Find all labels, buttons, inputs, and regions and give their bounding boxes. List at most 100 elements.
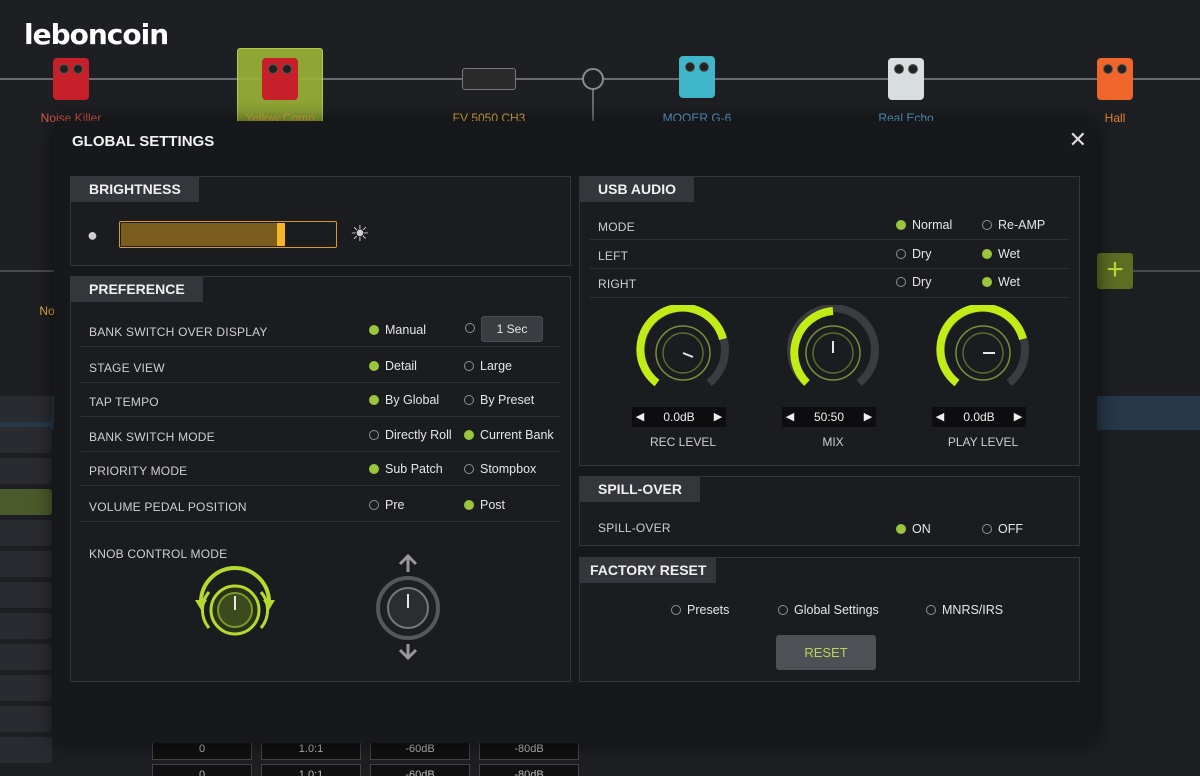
rec-level-knob[interactable] — [633, 305, 733, 401]
radio-icon[interactable] — [464, 361, 474, 371]
radio-icon[interactable] — [982, 524, 992, 534]
option-label: By Preset — [480, 393, 535, 407]
option-manual[interactable]: Manual — [369, 323, 426, 337]
decrement-icon[interactable]: ◀ — [784, 407, 796, 427]
option-spill-on[interactable]: ON — [896, 522, 931, 536]
pedal-yellow-comp[interactable] — [262, 58, 298, 100]
option-by-global[interactable]: By Global — [369, 393, 439, 407]
decrement-icon[interactable]: ◀ — [934, 407, 946, 427]
radio-icon[interactable] — [982, 249, 992, 259]
preference-header: PREFERENCE — [71, 277, 203, 302]
reset-button[interactable]: RESET — [776, 635, 876, 670]
usb-audio-header: USB AUDIO — [580, 177, 695, 202]
rotary-knob-mode-icon[interactable] — [189, 562, 281, 636]
usb-row-mode: MODE Normal Re-AMP — [590, 206, 1069, 240]
radio-icon[interactable] — [464, 430, 474, 440]
option-label: Wet — [998, 275, 1020, 289]
param-cell[interactable]: 0 — [152, 764, 252, 776]
mix-value[interactable]: ◀ 50:50 ▶ — [782, 407, 876, 427]
radio-icon[interactable] — [369, 500, 379, 510]
radio-icon[interactable] — [982, 277, 992, 287]
pedal-fv5050[interactable] — [462, 68, 516, 90]
pedal-noise-killer[interactable] — [53, 58, 89, 100]
option-left-wet[interactable]: Wet — [982, 247, 1020, 261]
radio-icon[interactable] — [896, 277, 906, 287]
param-cell[interactable]: 1.0:1 — [261, 764, 361, 776]
option-label: Re-AMP — [998, 218, 1046, 232]
option-1sec[interactable] — [465, 323, 481, 333]
radio-icon[interactable] — [926, 605, 936, 615]
option-spill-off[interactable]: OFF — [982, 522, 1023, 536]
option-label: Normal — [912, 218, 953, 232]
brightness-slider[interactable] — [119, 221, 337, 248]
pedal-label: Hall — [1104, 111, 1126, 125]
usb-row-left: LEFT Dry Wet — [590, 240, 1069, 269]
play-level-knob[interactable] — [933, 305, 1033, 401]
add-pedal-button[interactable]: + — [1097, 253, 1133, 289]
one-sec-button[interactable]: 1 Sec — [481, 316, 543, 342]
increment-icon[interactable]: ▶ — [862, 407, 874, 427]
option-re-amp[interactable]: Re-AMP — [982, 218, 1045, 232]
brightness-low-icon: ● — [87, 225, 98, 245]
radio-icon[interactable] — [369, 325, 379, 335]
row-label: TAP TEMPO — [89, 395, 159, 409]
pedal-real-echo[interactable] — [888, 58, 924, 100]
option-presets[interactable]: Presets — [671, 603, 729, 617]
brightness-thumb[interactable] — [277, 223, 285, 246]
option-large[interactable]: Large — [464, 359, 512, 373]
radio-icon[interactable] — [896, 524, 906, 534]
option-current-bank[interactable]: Current Bank — [464, 428, 554, 442]
factory-reset-section: FACTORY RESET Presets Global Settings MN… — [579, 557, 1080, 682]
param-cell[interactable]: -60dB — [370, 764, 470, 776]
option-right-wet[interactable]: Wet — [982, 275, 1020, 289]
radio-icon[interactable] — [369, 395, 379, 405]
radio-icon[interactable] — [464, 395, 474, 405]
row-label: PRIORITY MODE — [89, 464, 188, 478]
option-left-dry[interactable]: Dry — [896, 247, 931, 261]
rec-level-knob-group: ◀ 0.0dB ▶ REC LEVEL — [628, 305, 738, 449]
chain-split-node[interactable] — [582, 68, 604, 90]
option-label: Large — [480, 359, 512, 373]
radio-icon[interactable] — [369, 430, 379, 440]
radio-icon[interactable] — [778, 605, 788, 615]
radio-icon[interactable] — [465, 323, 475, 333]
option-stompbox[interactable]: Stompbox — [464, 462, 536, 476]
spill-over-section: SPILL-OVER SPILL-OVER ON OFF — [579, 476, 1080, 546]
increment-icon[interactable]: ▶ — [1012, 407, 1024, 427]
knob-label: PLAY LEVEL — [947, 435, 1019, 449]
pedal-mooer-g6[interactable] — [679, 56, 715, 98]
radio-icon[interactable] — [369, 361, 379, 371]
option-normal[interactable]: Normal — [896, 218, 952, 232]
option-label: Stompbox — [480, 462, 537, 476]
increment-icon[interactable]: ▶ — [712, 407, 724, 427]
mix-knob[interactable] — [783, 305, 883, 401]
decrement-icon[interactable]: ◀ — [634, 407, 646, 427]
option-label: Current Bank — [480, 428, 554, 442]
radio-icon[interactable] — [464, 500, 474, 510]
vertical-knob-mode-icon[interactable] — [373, 552, 443, 662]
play-level-value[interactable]: ◀ 0.0dB ▶ — [932, 407, 1026, 427]
rec-level-value[interactable]: ◀ 0.0dB ▶ — [632, 407, 726, 427]
radio-icon[interactable] — [671, 605, 681, 615]
radio-icon[interactable] — [982, 220, 992, 230]
value-text: 50:50 — [813, 410, 845, 424]
usb-row-right: RIGHT Dry Wet — [590, 269, 1069, 298]
close-icon[interactable]: ✕ — [1069, 127, 1087, 153]
option-directly-roll[interactable]: Directly Roll — [369, 428, 452, 442]
option-by-preset[interactable]: By Preset — [464, 393, 534, 407]
option-global-settings[interactable]: Global Settings — [778, 603, 879, 617]
option-mnrs-irs[interactable]: MNRS/IRS — [926, 603, 1003, 617]
option-right-dry[interactable]: Dry — [896, 275, 931, 289]
option-post[interactable]: Post — [464, 498, 505, 512]
pedal-hall[interactable] — [1097, 58, 1133, 100]
option-pre[interactable]: Pre — [369, 498, 404, 512]
radio-icon[interactable] — [369, 464, 379, 474]
radio-icon[interactable] — [896, 249, 906, 259]
radio-icon[interactable] — [464, 464, 474, 474]
left-row-list — [0, 396, 52, 768]
option-detail[interactable]: Detail — [369, 359, 417, 373]
option-label: Manual — [385, 323, 426, 337]
radio-icon[interactable] — [896, 220, 906, 230]
option-sub-patch[interactable]: Sub Patch — [369, 462, 443, 476]
param-cell[interactable]: -80dB — [479, 764, 579, 776]
